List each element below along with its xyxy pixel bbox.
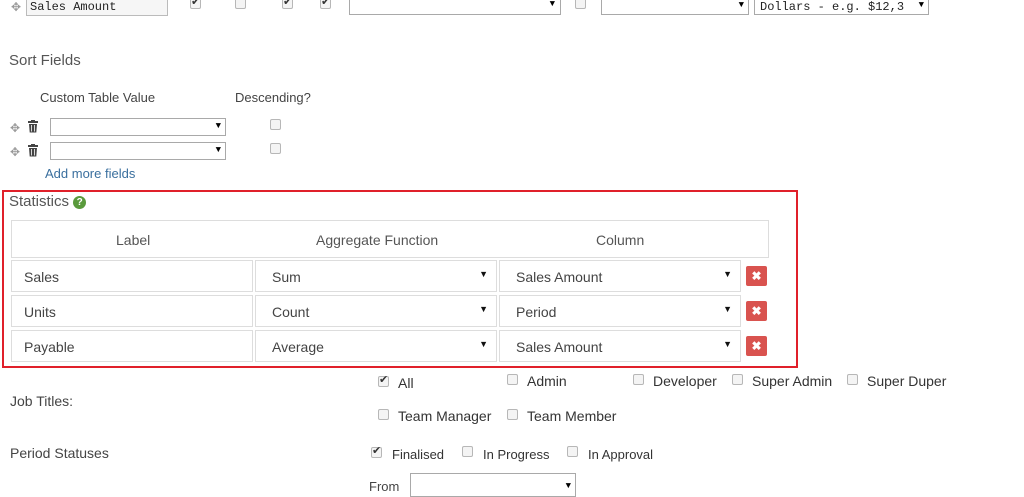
field-value-input[interactable]: Sales Amount: [26, 0, 168, 16]
sort-field-select-1[interactable]: ▼: [50, 118, 226, 136]
job-title-checkbox-admin[interactable]: [507, 374, 518, 385]
field-checkbox-2[interactable]: [235, 0, 246, 9]
stat-column-select[interactable]: Sales Amount ▼: [499, 330, 741, 362]
statistics-heading-text: Statistics: [9, 193, 70, 210]
stat-column-text: Sales Amount: [516, 339, 603, 355]
stat-label-text: Payable: [24, 339, 75, 355]
period-status-label-finalised: Finalised: [392, 447, 445, 462]
statistics-heading: Statistics ?: [9, 193, 87, 210]
chevron-down-icon: ▼: [723, 339, 732, 349]
close-icon: ✖: [751, 269, 762, 283]
delete-stat-button[interactable]: ✖: [746, 301, 767, 321]
from-label: From: [369, 479, 400, 494]
chevron-down-icon: ▼: [918, 0, 924, 10]
job-title-label-team-manager: Team Manager: [398, 408, 492, 424]
period-statuses-label: Period Statuses: [10, 445, 109, 461]
from-select[interactable]: ▼: [410, 473, 576, 497]
help-icon[interactable]: ?: [73, 196, 87, 209]
trash-icon[interactable]: [27, 120, 39, 133]
period-status-label-in-approval: In Approval: [588, 447, 654, 462]
chevron-down-icon: ▼: [215, 121, 221, 131]
stat-aggregate-text: Sum: [272, 269, 301, 285]
chevron-down-icon: ▼: [549, 0, 555, 9]
custom-table-value-header: Custom Table Value: [40, 90, 156, 105]
stat-label-input[interactable]: Sales: [11, 260, 253, 292]
drag-handle-icon[interactable]: ✥: [10, 121, 20, 135]
chevron-down-icon: ▼: [723, 269, 732, 279]
add-more-fields-link[interactable]: Add more fields: [45, 166, 135, 181]
statistics-table-header: Label Aggregate Function Column: [11, 220, 769, 258]
period-status-checkbox-in-approval[interactable]: [567, 446, 578, 457]
field-checkbox-5[interactable]: [575, 0, 586, 9]
delete-stat-button[interactable]: ✖: [746, 336, 767, 356]
job-title-label-team-member: Team Member: [527, 408, 617, 424]
stat-aggregate-text: Count: [272, 304, 310, 320]
close-icon: ✖: [751, 339, 762, 353]
job-title-checkbox-team-member[interactable]: [507, 409, 518, 420]
chevron-down-icon: ▼: [723, 304, 732, 314]
job-title-checkbox-super-admin[interactable]: [732, 374, 743, 385]
job-title-checkbox-super-duper[interactable]: [847, 374, 858, 385]
job-title-checkbox-team-manager[interactable]: [378, 409, 389, 420]
sort-fields-heading: Sort Fields: [9, 52, 81, 69]
sort-field-select-2[interactable]: ▼: [50, 142, 226, 160]
chevron-down-icon: ▼: [479, 269, 488, 279]
job-titles-label: Job Titles:: [10, 393, 74, 409]
field-checkbox-1[interactable]: [190, 0, 201, 9]
descending-checkbox-1[interactable]: [270, 119, 281, 130]
job-title-checkbox-all[interactable]: [378, 373, 389, 387]
field-checkbox-3[interactable]: [282, 0, 293, 9]
stat-label-text: Units: [24, 304, 56, 320]
aggregate-function-column-header: Aggregate Function: [316, 232, 439, 248]
period-status-checkbox-in-progress[interactable]: [462, 446, 473, 457]
trash-icon[interactable]: [27, 144, 39, 157]
job-title-label-super-duper: Super Duper: [867, 373, 947, 389]
chevron-down-icon: ▼: [215, 145, 221, 155]
field-value-text: Sales Amount: [30, 0, 117, 14]
delete-stat-button[interactable]: ✖: [746, 266, 767, 286]
stat-column-text: Period: [516, 304, 557, 320]
field-select-1[interactable]: ▼: [349, 0, 561, 15]
field-checkbox-4[interactable]: [320, 0, 331, 9]
stat-label-text: Sales: [24, 269, 60, 285]
format-select[interactable]: Dollars - e.g. $12,3 ▼: [754, 0, 929, 15]
stat-column-text: Sales Amount: [516, 269, 603, 285]
period-status-label-in-progress: In Progress: [483, 447, 550, 462]
column-column-header: Column: [596, 232, 645, 248]
drag-handle-icon[interactable]: ✥: [11, 0, 21, 14]
stat-label-input[interactable]: Units: [11, 295, 253, 327]
field-select-2[interactable]: ▼: [601, 0, 749, 15]
format-select-text: Dollars - e.g. $12,3: [760, 0, 905, 14]
job-title-checkbox-developer[interactable]: [633, 374, 644, 385]
stat-column-select[interactable]: Period ▼: [499, 295, 741, 327]
stat-aggregate-select[interactable]: Sum ▼: [255, 260, 497, 292]
chevron-down-icon: ▼: [479, 339, 488, 349]
stat-column-select[interactable]: Sales Amount ▼: [499, 260, 741, 292]
descending-checkbox-2[interactable]: [270, 143, 281, 154]
period-status-checkbox-finalised[interactable]: [371, 444, 382, 458]
chevron-down-icon: ▼: [738, 0, 744, 10]
stat-label-input[interactable]: Payable: [11, 330, 253, 362]
label-column-header: Label: [116, 232, 151, 248]
job-title-label-all: All: [398, 375, 414, 391]
job-title-label-admin: Admin: [527, 373, 567, 389]
descending-header: Descending?: [235, 90, 311, 105]
stat-aggregate-select[interactable]: Count ▼: [255, 295, 497, 327]
job-title-label-developer: Developer: [653, 373, 717, 389]
drag-handle-icon[interactable]: ✥: [10, 145, 20, 159]
job-title-label-super-admin: Super Admin: [752, 373, 833, 389]
chevron-down-icon: ▼: [479, 304, 488, 314]
stat-aggregate-select[interactable]: Average ▼: [255, 330, 497, 362]
close-icon: ✖: [751, 304, 762, 318]
stat-aggregate-text: Average: [272, 339, 324, 355]
